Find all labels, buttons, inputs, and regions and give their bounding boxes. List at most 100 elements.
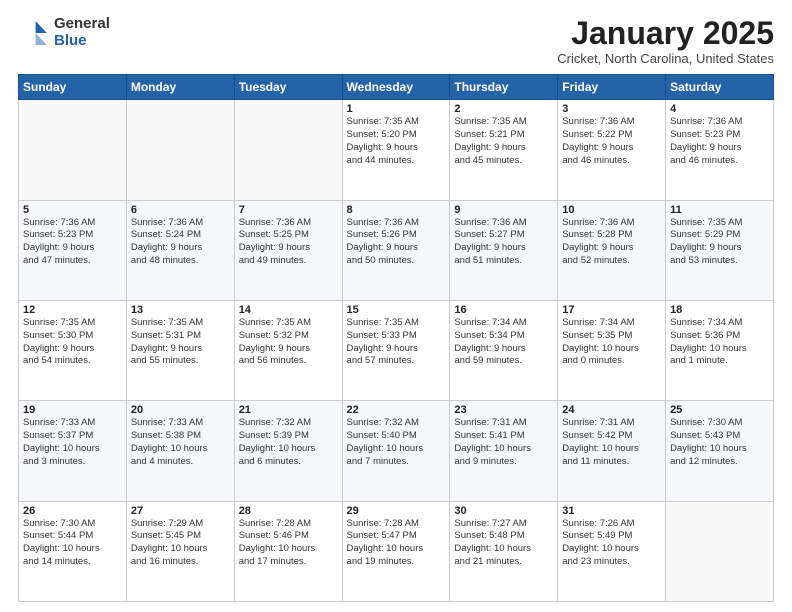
table-row: 10Sunrise: 7:36 AM Sunset: 5:28 PM Dayli… bbox=[558, 200, 666, 300]
day-info: Sunrise: 7:29 AM Sunset: 5:45 PM Dayligh… bbox=[131, 518, 230, 569]
table-row: 3Sunrise: 7:36 AM Sunset: 5:22 PM Daylig… bbox=[558, 100, 666, 200]
day-info: Sunrise: 7:33 AM Sunset: 5:38 PM Dayligh… bbox=[131, 417, 230, 468]
day-info: Sunrise: 7:36 AM Sunset: 5:26 PM Dayligh… bbox=[347, 217, 446, 268]
month-year-title: January 2025 bbox=[557, 16, 774, 51]
day-info: Sunrise: 7:32 AM Sunset: 5:40 PM Dayligh… bbox=[347, 417, 446, 468]
col-wednesday: Wednesday bbox=[342, 75, 450, 100]
col-thursday: Thursday bbox=[450, 75, 558, 100]
table-row: 16Sunrise: 7:34 AM Sunset: 5:34 PM Dayli… bbox=[450, 300, 558, 400]
day-info: Sunrise: 7:26 AM Sunset: 5:49 PM Dayligh… bbox=[562, 518, 661, 569]
calendar-week-1: 1Sunrise: 7:35 AM Sunset: 5:20 PM Daylig… bbox=[19, 100, 774, 200]
header: General Blue January 2025 Cricket, North… bbox=[18, 16, 774, 66]
day-number: 19 bbox=[23, 404, 122, 416]
day-number: 5 bbox=[23, 204, 122, 216]
calendar-table: Sunday Monday Tuesday Wednesday Thursday… bbox=[18, 74, 774, 602]
calendar-week-5: 26Sunrise: 7:30 AM Sunset: 5:44 PM Dayli… bbox=[19, 501, 774, 601]
day-info: Sunrise: 7:36 AM Sunset: 5:27 PM Dayligh… bbox=[454, 217, 553, 268]
table-row: 23Sunrise: 7:31 AM Sunset: 5:41 PM Dayli… bbox=[450, 401, 558, 501]
day-number: 11 bbox=[670, 204, 769, 216]
title-section: January 2025 Cricket, North Carolina, Un… bbox=[557, 16, 774, 66]
calendar-week-2: 5Sunrise: 7:36 AM Sunset: 5:23 PM Daylig… bbox=[19, 200, 774, 300]
day-number: 6 bbox=[131, 204, 230, 216]
day-info: Sunrise: 7:32 AM Sunset: 5:39 PM Dayligh… bbox=[239, 417, 338, 468]
calendar-week-3: 12Sunrise: 7:35 AM Sunset: 5:30 PM Dayli… bbox=[19, 300, 774, 400]
logo-icon bbox=[18, 17, 50, 49]
table-row bbox=[234, 100, 342, 200]
day-info: Sunrise: 7:35 AM Sunset: 5:31 PM Dayligh… bbox=[131, 317, 230, 368]
table-row: 8Sunrise: 7:36 AM Sunset: 5:26 PM Daylig… bbox=[342, 200, 450, 300]
day-info: Sunrise: 7:34 AM Sunset: 5:35 PM Dayligh… bbox=[562, 317, 661, 368]
table-row: 18Sunrise: 7:34 AM Sunset: 5:36 PM Dayli… bbox=[666, 300, 774, 400]
page: General Blue January 2025 Cricket, North… bbox=[0, 0, 792, 612]
table-row: 22Sunrise: 7:32 AM Sunset: 5:40 PM Dayli… bbox=[342, 401, 450, 501]
day-info: Sunrise: 7:31 AM Sunset: 5:41 PM Dayligh… bbox=[454, 417, 553, 468]
table-row: 15Sunrise: 7:35 AM Sunset: 5:33 PM Dayli… bbox=[342, 300, 450, 400]
table-row: 1Sunrise: 7:35 AM Sunset: 5:20 PM Daylig… bbox=[342, 100, 450, 200]
day-number: 9 bbox=[454, 204, 553, 216]
day-number: 26 bbox=[23, 505, 122, 517]
table-row: 25Sunrise: 7:30 AM Sunset: 5:43 PM Dayli… bbox=[666, 401, 774, 501]
day-number: 14 bbox=[239, 304, 338, 316]
table-row: 2Sunrise: 7:35 AM Sunset: 5:21 PM Daylig… bbox=[450, 100, 558, 200]
day-info: Sunrise: 7:33 AM Sunset: 5:37 PM Dayligh… bbox=[23, 417, 122, 468]
table-row: 13Sunrise: 7:35 AM Sunset: 5:31 PM Dayli… bbox=[126, 300, 234, 400]
table-row bbox=[126, 100, 234, 200]
day-number: 29 bbox=[347, 505, 446, 517]
location-text: Cricket, North Carolina, United States bbox=[557, 51, 774, 66]
col-saturday: Saturday bbox=[666, 75, 774, 100]
day-number: 22 bbox=[347, 404, 446, 416]
day-info: Sunrise: 7:27 AM Sunset: 5:48 PM Dayligh… bbox=[454, 518, 553, 569]
table-row: 26Sunrise: 7:30 AM Sunset: 5:44 PM Dayli… bbox=[19, 501, 127, 601]
day-number: 3 bbox=[562, 103, 661, 115]
day-info: Sunrise: 7:36 AM Sunset: 5:22 PM Dayligh… bbox=[562, 116, 661, 167]
col-tuesday: Tuesday bbox=[234, 75, 342, 100]
logo: General Blue bbox=[18, 16, 110, 49]
day-number: 7 bbox=[239, 204, 338, 216]
day-info: Sunrise: 7:31 AM Sunset: 5:42 PM Dayligh… bbox=[562, 417, 661, 468]
table-row bbox=[666, 501, 774, 601]
day-info: Sunrise: 7:36 AM Sunset: 5:23 PM Dayligh… bbox=[670, 116, 769, 167]
day-number: 27 bbox=[131, 505, 230, 517]
day-info: Sunrise: 7:34 AM Sunset: 5:34 PM Dayligh… bbox=[454, 317, 553, 368]
col-sunday: Sunday bbox=[19, 75, 127, 100]
day-info: Sunrise: 7:34 AM Sunset: 5:36 PM Dayligh… bbox=[670, 317, 769, 368]
day-number: 20 bbox=[131, 404, 230, 416]
day-number: 16 bbox=[454, 304, 553, 316]
calendar-header-row: Sunday Monday Tuesday Wednesday Thursday… bbox=[19, 75, 774, 100]
col-friday: Friday bbox=[558, 75, 666, 100]
day-number: 13 bbox=[131, 304, 230, 316]
day-info: Sunrise: 7:36 AM Sunset: 5:23 PM Dayligh… bbox=[23, 217, 122, 268]
day-number: 2 bbox=[454, 103, 553, 115]
day-number: 12 bbox=[23, 304, 122, 316]
table-row: 9Sunrise: 7:36 AM Sunset: 5:27 PM Daylig… bbox=[450, 200, 558, 300]
table-row: 29Sunrise: 7:28 AM Sunset: 5:47 PM Dayli… bbox=[342, 501, 450, 601]
day-info: Sunrise: 7:35 AM Sunset: 5:29 PM Dayligh… bbox=[670, 217, 769, 268]
table-row: 19Sunrise: 7:33 AM Sunset: 5:37 PM Dayli… bbox=[19, 401, 127, 501]
day-info: Sunrise: 7:28 AM Sunset: 5:47 PM Dayligh… bbox=[347, 518, 446, 569]
day-number: 31 bbox=[562, 505, 661, 517]
day-info: Sunrise: 7:36 AM Sunset: 5:24 PM Dayligh… bbox=[131, 217, 230, 268]
day-number: 15 bbox=[347, 304, 446, 316]
table-row: 31Sunrise: 7:26 AM Sunset: 5:49 PM Dayli… bbox=[558, 501, 666, 601]
table-row: 27Sunrise: 7:29 AM Sunset: 5:45 PM Dayli… bbox=[126, 501, 234, 601]
day-number: 25 bbox=[670, 404, 769, 416]
day-info: Sunrise: 7:35 AM Sunset: 5:20 PM Dayligh… bbox=[347, 116, 446, 167]
table-row: 17Sunrise: 7:34 AM Sunset: 5:35 PM Dayli… bbox=[558, 300, 666, 400]
table-row: 4Sunrise: 7:36 AM Sunset: 5:23 PM Daylig… bbox=[666, 100, 774, 200]
day-info: Sunrise: 7:36 AM Sunset: 5:25 PM Dayligh… bbox=[239, 217, 338, 268]
calendar-week-4: 19Sunrise: 7:33 AM Sunset: 5:37 PM Dayli… bbox=[19, 401, 774, 501]
day-number: 17 bbox=[562, 304, 661, 316]
day-number: 23 bbox=[454, 404, 553, 416]
table-row bbox=[19, 100, 127, 200]
table-row: 21Sunrise: 7:32 AM Sunset: 5:39 PM Dayli… bbox=[234, 401, 342, 501]
day-number: 4 bbox=[670, 103, 769, 115]
logo-general-text: General bbox=[54, 16, 110, 33]
day-number: 8 bbox=[347, 204, 446, 216]
day-info: Sunrise: 7:35 AM Sunset: 5:32 PM Dayligh… bbox=[239, 317, 338, 368]
table-row: 5Sunrise: 7:36 AM Sunset: 5:23 PM Daylig… bbox=[19, 200, 127, 300]
table-row: 7Sunrise: 7:36 AM Sunset: 5:25 PM Daylig… bbox=[234, 200, 342, 300]
day-info: Sunrise: 7:30 AM Sunset: 5:44 PM Dayligh… bbox=[23, 518, 122, 569]
day-number: 21 bbox=[239, 404, 338, 416]
table-row: 12Sunrise: 7:35 AM Sunset: 5:30 PM Dayli… bbox=[19, 300, 127, 400]
table-row: 6Sunrise: 7:36 AM Sunset: 5:24 PM Daylig… bbox=[126, 200, 234, 300]
